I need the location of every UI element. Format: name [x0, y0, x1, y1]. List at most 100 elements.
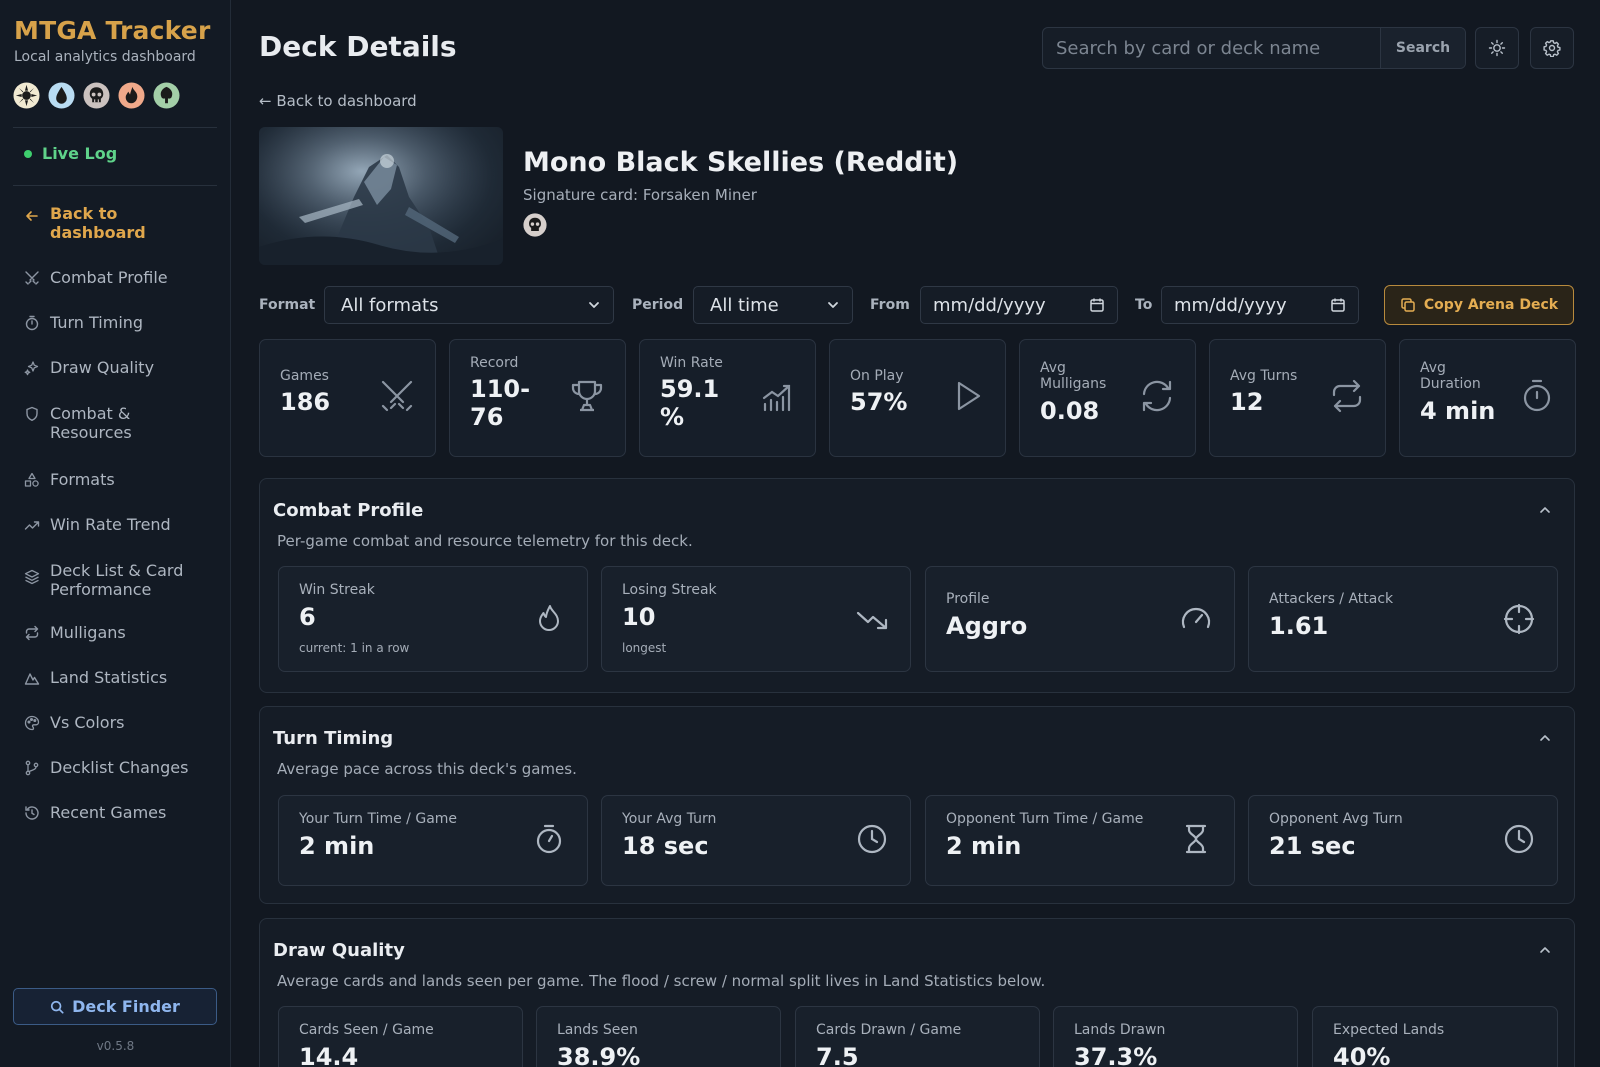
deck-finder-button[interactable]: Deck Finder [13, 988, 217, 1025]
play-icon [949, 378, 985, 414]
layers-icon [24, 569, 40, 585]
metric-label: Your Turn Time / Game [299, 811, 458, 827]
chevron-up-icon[interactable] [1538, 943, 1552, 957]
shapes-icon [24, 472, 40, 488]
sidebar-item-combat-profile[interactable]: Combat Profile [24, 268, 220, 287]
green-mana-icon [153, 82, 180, 109]
metric-label: Opponent Avg Turn [1269, 811, 1403, 827]
theme-toggle-button[interactable] [1475, 27, 1519, 69]
format-select[interactable]: All formats [324, 286, 614, 324]
chevron-up-icon[interactable] [1538, 731, 1552, 745]
sidebar-item-win-rate-trend[interactable]: Win Rate Trend [24, 515, 220, 534]
app-subtitle: Local analytics dashboard [14, 49, 196, 65]
metric-value: 7.5 [816, 1043, 859, 1067]
metric-value: 2 min [299, 832, 375, 860]
trending-down-icon [856, 603, 888, 635]
sidebar-item-decklist-changes[interactable]: Decklist Changes [24, 758, 220, 777]
sidebar-item-vs-colors[interactable]: Vs Colors [24, 713, 220, 732]
sidebar-item-label: Deck List & Card Performance [50, 561, 184, 599]
stopwatch-icon [24, 315, 40, 331]
trend-up-icon [24, 517, 40, 533]
stat-label: Games [280, 368, 329, 384]
blue-mana-icon [48, 82, 75, 109]
mountain-icon [24, 670, 40, 686]
stat-card-avg-turns: Avg Turns 12 [1209, 339, 1386, 457]
sidebar-item-label: Formats [50, 470, 115, 489]
stat-card-on-play: On Play 57% [829, 339, 1006, 457]
metric-label: Lands Drawn [1074, 1022, 1166, 1038]
metric-value: 2 min [946, 832, 1022, 860]
section-subtitle: Average pace across this deck's games. [277, 760, 577, 778]
history-icon [24, 805, 40, 821]
sidebar-item-draw-quality[interactable]: Draw Quality [24, 358, 220, 377]
sidebar-item-label: Turn Timing [50, 313, 144, 332]
metric-value: 38.9% [557, 1043, 641, 1067]
sidebar-item-label: Draw Quality [50, 358, 155, 377]
clock-icon [856, 823, 888, 855]
sidebar-item-mulligans[interactable]: Mulligans [24, 623, 220, 642]
stat-label: Avg Mulligans [1040, 360, 1107, 392]
page-title: Deck Details [259, 30, 457, 63]
metric-value: 14.4 [299, 1043, 359, 1067]
sidebar-item-label: Back to dashboard [50, 204, 146, 242]
sidebar-item-recent-games[interactable]: Recent Games [24, 803, 220, 822]
sidebar-item-label: Recent Games [50, 803, 167, 822]
palette-icon [24, 715, 40, 731]
turn-timing-section: Turn Timing Average pace across this dec… [259, 706, 1575, 904]
hourglass-icon [1180, 823, 1212, 855]
crossed-swords-icon [379, 378, 415, 414]
black-mana-icon [523, 213, 547, 237]
stat-card-avg-mulligans: Avg Mulligans 0.08 [1019, 339, 1196, 457]
metric-label: Profile [946, 591, 990, 607]
to-date-input[interactable]: mm/dd/yyyy [1161, 286, 1359, 324]
black-mana-icon [83, 82, 110, 109]
your-turn-time-card: Your Turn Time / Game 2 min [278, 795, 588, 886]
stat-card-games: Games 186 [259, 339, 436, 457]
your-avg-turn-card: Your Avg Turn 18 sec [601, 795, 911, 886]
sidebar-item-back-to-dashboard[interactable]: Back to dashboard [24, 204, 220, 242]
copy-arena-deck-button[interactable]: Copy Arena Deck [1384, 285, 1574, 325]
stat-value: 4 min [1420, 397, 1496, 425]
sidebar-item-label: Land Statistics [50, 668, 168, 687]
search-input[interactable] [1043, 28, 1380, 68]
stat-card-win-rate: Win Rate 59.1 % [639, 339, 816, 457]
period-label: Period [632, 297, 684, 313]
stat-value: 12 [1230, 388, 1264, 416]
cards-seen-card: Cards Seen / Game 14.4 [278, 1006, 523, 1067]
shield-icon [24, 406, 40, 422]
chevron-up-icon[interactable] [1538, 503, 1552, 517]
arrow-left-icon [24, 208, 40, 224]
settings-button[interactable] [1530, 27, 1574, 69]
sidebar-item-formats[interactable]: Formats [24, 470, 220, 489]
period-value: All time [710, 294, 779, 316]
to-label: To [1135, 297, 1153, 313]
sidebar-item-turn-timing[interactable]: Turn Timing [24, 313, 220, 332]
metric-note: longest [622, 641, 667, 655]
sidebar-item-land-statistics[interactable]: Land Statistics [24, 668, 220, 687]
metric-label: Lands Seen [557, 1022, 638, 1038]
chevron-down-icon [589, 302, 599, 308]
metric-value: 40% [1333, 1043, 1391, 1067]
live-log-label: Live Log [42, 144, 118, 163]
search-button[interactable]: Search [1380, 28, 1465, 68]
stat-value: 57% [850, 388, 908, 416]
brand: MTGA Tracker Local analytics dashboard [14, 16, 210, 65]
stat-card-avg-duration: Avg Duration 4 min [1399, 339, 1576, 457]
from-date-input[interactable]: mm/dd/yyyy [920, 286, 1118, 324]
stat-label: On Play [850, 368, 904, 384]
red-mana-icon [118, 82, 145, 109]
expected-lands-card: Expected Lands 40% [1312, 1006, 1558, 1067]
period-select[interactable]: All time [693, 286, 853, 324]
deck-name: Mono Black Skellies (Reddit) [523, 147, 959, 178]
sidebar-item-label: Decklist Changes [50, 758, 189, 777]
metric-value: 6 [299, 603, 316, 631]
stat-card-record: Record 110- 76 [449, 339, 626, 457]
section-title: Turn Timing [273, 728, 394, 749]
back-to-dashboard-link[interactable]: ← Back to dashboard [259, 92, 417, 110]
sidebar-item-deck-list-card-performance[interactable]: Deck List & Card Performance [24, 561, 220, 599]
signature-card: Signature card: Forsaken Miner [523, 186, 757, 204]
search-icon [50, 1000, 64, 1014]
sidebar-item-combat-resources[interactable]: Combat & Resources [24, 404, 220, 442]
live-log-link[interactable]: Live Log [24, 144, 117, 163]
swords-icon [24, 270, 40, 286]
